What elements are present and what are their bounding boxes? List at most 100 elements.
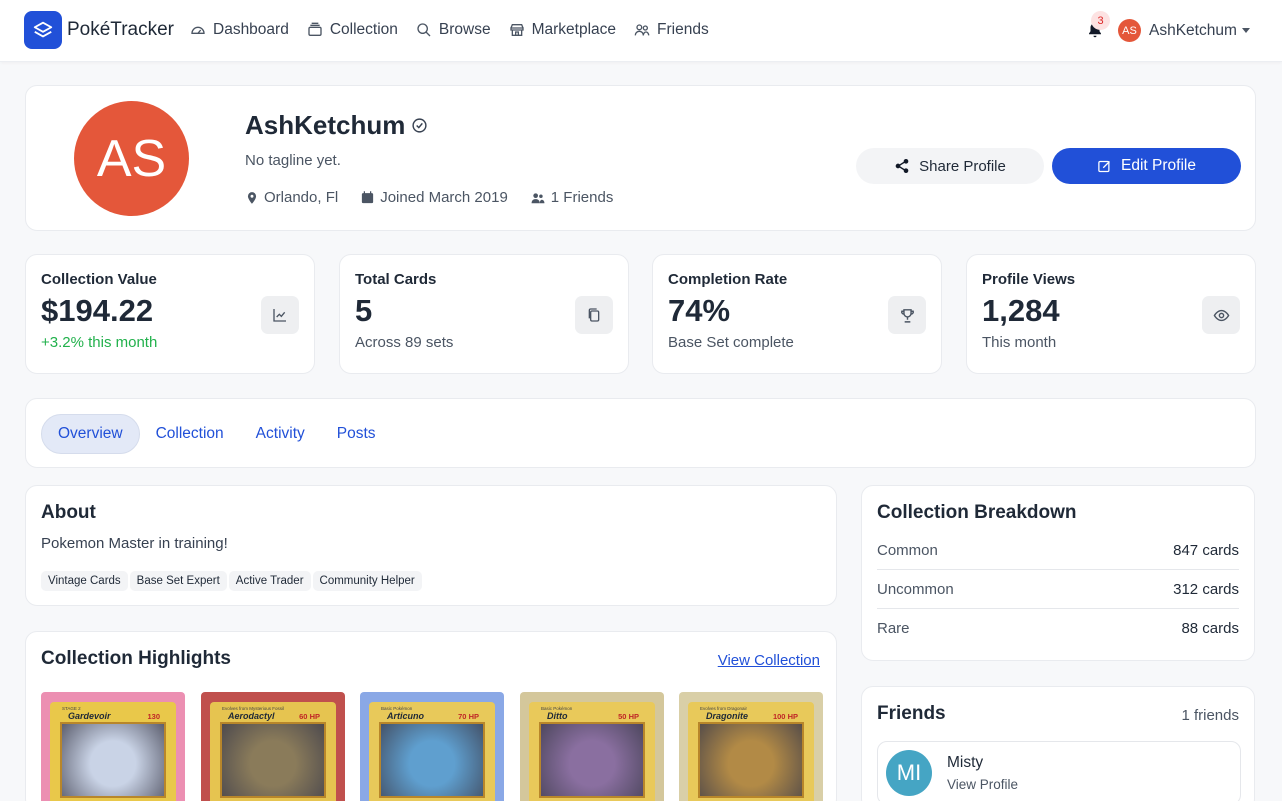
friend-name: Misty xyxy=(947,754,984,771)
card-hp: 130 xyxy=(147,712,160,721)
user-menu[interactable]: AS AshKetchum xyxy=(1118,19,1250,42)
card-artwork xyxy=(698,722,804,798)
friend-item[interactable]: MI Misty View Profile xyxy=(877,741,1241,801)
pokemon-card[interactable]: Basic Pokémon Articuno 70 HP xyxy=(360,692,504,801)
stat-label: Collection Value xyxy=(41,271,157,288)
card-artwork xyxy=(220,722,326,798)
breakdown-value: 88 cards xyxy=(1181,620,1239,637)
profile-header-card: AS AshKetchum No tagline yet. Orlando, F… xyxy=(25,85,1256,231)
breakdown-value: 312 cards xyxy=(1173,580,1239,598)
card-artwork xyxy=(379,722,485,798)
stat-value: $194.22 xyxy=(41,293,154,328)
card-hp: 50 HP xyxy=(618,712,639,721)
nav-link-label: Friends xyxy=(657,21,709,38)
breakdown-label: Rare xyxy=(877,620,910,637)
tab-collection[interactable]: Collection xyxy=(140,414,240,454)
view-collection-link[interactable]: View Collection xyxy=(718,652,820,669)
brand[interactable]: PokéTracker xyxy=(24,11,174,49)
stat-card-total-cards: Total Cards 5 Across 89 sets xyxy=(339,254,629,374)
tag: Vintage Cards xyxy=(41,571,128,591)
tag: Community Helper xyxy=(312,571,422,591)
stat-sub: Across 89 sets xyxy=(355,334,454,351)
calendar-icon xyxy=(362,191,374,204)
card-hp: 70 HP xyxy=(458,712,479,721)
joined-text: Joined March 2019 xyxy=(380,189,508,206)
user-name: AshKetchum xyxy=(1149,21,1237,39)
profile-tagline: No tagline yet. xyxy=(245,152,341,169)
notification-badge: 3 xyxy=(1091,11,1110,30)
avatar: MI xyxy=(886,750,932,796)
stat-value: 5 xyxy=(355,293,373,328)
dashboard-gauge-icon xyxy=(191,26,205,34)
pokemon-card[interactable]: Evolves from Dragonair Dragonite 100 HP xyxy=(679,692,823,801)
profile-tabs: Overview Collection Activity Posts xyxy=(25,398,1256,468)
tab-posts[interactable]: Posts xyxy=(321,414,392,454)
friends-title: Friends xyxy=(877,703,946,724)
card-frame: STAGE 2 Gardevoir 130 xyxy=(50,702,176,801)
tag: Base Set Expert xyxy=(129,571,227,591)
share-icon xyxy=(895,159,909,173)
search-icon xyxy=(417,23,431,37)
location-pin-icon xyxy=(247,191,257,204)
breakdown-row-common: Common 847 cards xyxy=(877,531,1239,570)
breakdown-row-uncommon: Uncommon 312 cards xyxy=(877,570,1239,609)
card-name: Articuno xyxy=(387,711,424,721)
card-name: Gardevoir xyxy=(68,711,111,721)
collection-breakdown-card: Collection Breakdown Common 847 cards Un… xyxy=(861,485,1255,661)
profile-avatar: AS xyxy=(74,101,189,216)
about-tags: Vintage Cards Base Set Expert Active Tra… xyxy=(41,571,424,591)
nav-link-collection[interactable]: Collection xyxy=(307,21,398,39)
pokemon-card[interactable]: Basic Pokémon Ditto 50 HP xyxy=(520,692,664,801)
store-icon xyxy=(509,24,524,36)
collection-stack-icon xyxy=(308,22,322,36)
nav-link-marketplace[interactable]: Marketplace xyxy=(509,21,616,39)
view-profile-link[interactable]: View Profile xyxy=(947,777,1018,792)
stat-label: Completion Rate xyxy=(668,271,788,288)
top-navbar: PokéTracker Dashboard Collection Browse … xyxy=(0,0,1282,62)
chevron-down-icon xyxy=(1241,28,1250,33)
edit-profile-button[interactable]: Edit Profile xyxy=(1052,148,1241,184)
friends-card: Friends 1 friends MI Misty View Profile xyxy=(861,686,1255,801)
profile-location: Orlando, Fl xyxy=(245,189,338,206)
stat-label: Profile Views xyxy=(982,271,1076,288)
stat-sub: +3.2% this month xyxy=(41,334,158,351)
nav-link-label: Collection xyxy=(329,21,398,38)
card-artwork xyxy=(539,722,645,798)
card-hp: 60 HP xyxy=(299,712,320,721)
nav-link-friends[interactable]: Friends xyxy=(634,21,709,39)
stat-sub: Base Set complete xyxy=(668,334,794,351)
users-icon xyxy=(531,192,545,203)
stat-sub: This month xyxy=(982,334,1057,351)
card-artwork xyxy=(60,722,166,798)
profile-joined: Joined March 2019 xyxy=(360,189,508,206)
profile-friends: 1 Friends xyxy=(530,189,613,206)
stat-value: 1,284 xyxy=(982,293,1060,328)
breakdown-title: Collection Breakdown xyxy=(877,502,1077,523)
nav-links: Dashboard Collection Browse Marketplace … xyxy=(190,21,727,39)
copy-cards-icon xyxy=(575,296,613,334)
profile-name: AshKetchum xyxy=(245,110,406,140)
brand-name: PokéTracker xyxy=(67,19,174,40)
breakdown-label: Uncommon xyxy=(877,580,954,598)
users-icon xyxy=(634,24,650,36)
nav-link-label: Dashboard xyxy=(213,21,289,38)
pokemon-card[interactable]: STAGE 2 Gardevoir 130 xyxy=(41,692,185,801)
tab-overview[interactable]: Overview xyxy=(41,414,140,454)
nav-link-label: Browse xyxy=(438,21,491,38)
trophy-icon xyxy=(888,296,926,334)
pokemon-card[interactable]: Evolves from Mysterious Fossil Aerodactyl… xyxy=(201,692,345,801)
nav-link-browse[interactable]: Browse xyxy=(416,21,491,39)
friends-count: 1 friends xyxy=(1181,707,1239,724)
stat-card-collection-value: Collection Value $194.22 +3.2% this mont… xyxy=(25,254,315,374)
tab-activity[interactable]: Activity xyxy=(240,414,321,454)
nav-link-dashboard[interactable]: Dashboard xyxy=(190,21,289,39)
profile-name-row: AshKetchum xyxy=(245,110,428,141)
card-name: Aerodactyl xyxy=(228,711,275,721)
about-card: About Pokemon Master in training! Vintag… xyxy=(25,485,837,606)
brand-logo-icon xyxy=(24,11,62,49)
share-profile-button[interactable]: Share Profile xyxy=(856,148,1044,184)
highlights-title: Collection Highlights xyxy=(41,648,231,669)
edit-icon xyxy=(1098,160,1110,172)
eye-icon xyxy=(1202,296,1240,334)
breakdown-row-rare: Rare 88 cards xyxy=(877,609,1239,648)
